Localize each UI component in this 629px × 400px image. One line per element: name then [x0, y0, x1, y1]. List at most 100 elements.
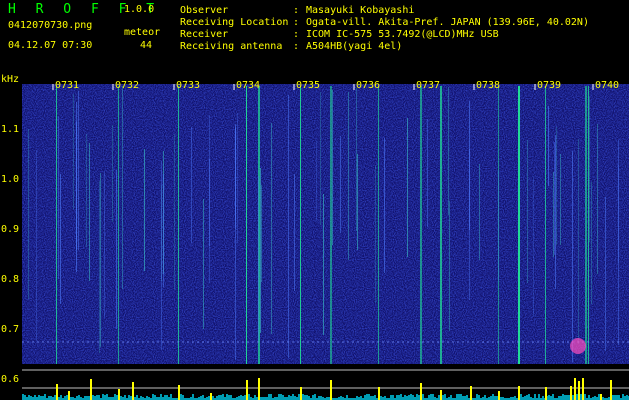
noise-bar	[76, 396, 78, 400]
noise-bar	[406, 396, 408, 400]
faint-echo	[89, 143, 90, 281]
noise-bar	[616, 395, 618, 400]
noise-bar	[416, 394, 418, 400]
noise-bar	[42, 396, 44, 400]
noise-bar	[244, 395, 246, 400]
noise-bar	[304, 395, 306, 400]
noise-bar	[302, 394, 304, 400]
amplitude-spike	[570, 386, 572, 400]
meteor-echo	[545, 86, 546, 364]
amplitude-spike	[574, 378, 576, 400]
noise-bar	[192, 394, 194, 400]
noise-bar	[288, 395, 290, 400]
noise-bar	[464, 396, 466, 400]
time-tick-0732: 0732	[115, 80, 140, 91]
amplitude-spike	[378, 387, 380, 400]
noise-bar	[368, 394, 370, 400]
faint-echo	[498, 170, 499, 281]
meteor-echo	[588, 86, 589, 364]
faint-echo	[320, 92, 321, 225]
y-tick-4: 0.8	[1, 274, 20, 285]
noise-bar	[218, 395, 220, 400]
amplitude-spike	[420, 383, 422, 400]
faint-echo	[323, 194, 324, 335]
noise-bar	[542, 396, 544, 400]
time-tick-0734: 0734	[236, 80, 261, 91]
faint-echo	[375, 165, 376, 303]
noise-bar	[580, 394, 582, 400]
faint-echo	[237, 113, 238, 243]
info-location-sep: :	[293, 17, 300, 28]
faint-echo	[191, 127, 192, 243]
noise-bar	[64, 396, 66, 400]
noise-bar	[552, 394, 554, 400]
info-location-label: Receiving Location	[180, 17, 289, 28]
noise-bar	[534, 394, 536, 400]
noise-bar	[270, 394, 272, 400]
info-receiver-sep: :	[293, 29, 300, 40]
meteor-echo	[56, 86, 57, 364]
noise-bar	[104, 395, 106, 400]
noise-bar	[618, 395, 620, 400]
amplitude-spike	[90, 379, 92, 400]
noise-bar	[392, 395, 394, 400]
faint-echo	[209, 159, 210, 246]
faint-echo	[58, 116, 59, 279]
noise-bar	[22, 394, 24, 400]
noise-bar	[312, 395, 314, 400]
noise-bar	[558, 396, 560, 400]
info-observer-sep: :	[293, 5, 300, 16]
faint-echo	[112, 125, 113, 222]
noise-bar	[478, 395, 480, 400]
noise-bar	[346, 395, 348, 400]
faint-echo	[122, 86, 123, 289]
y-tick-5: 0.7	[1, 324, 20, 335]
noise-bar	[128, 395, 130, 400]
noise-bar	[562, 394, 564, 400]
faint-echo	[348, 92, 349, 260]
noise-bar	[166, 395, 168, 400]
noise-bar	[626, 395, 628, 400]
noise-bar	[584, 394, 586, 400]
meteor-echo	[585, 86, 587, 364]
faint-echo	[591, 182, 592, 304]
noise-bar	[432, 394, 434, 400]
noise-bar	[412, 395, 414, 400]
noise-bar	[282, 395, 284, 400]
noise-bar	[306, 395, 308, 400]
amplitude-spike	[600, 394, 602, 400]
meteor-echo	[378, 86, 379, 364]
noise-bar	[120, 396, 122, 400]
meteor-echo	[518, 86, 520, 364]
noise-bar	[30, 396, 32, 400]
faint-echo	[533, 176, 534, 317]
noise-bar	[86, 396, 88, 400]
noise-bar	[494, 396, 496, 400]
faint-echo	[86, 134, 87, 247]
noise-bar	[152, 394, 154, 400]
noise-bar	[38, 395, 40, 400]
amplitude-spike	[300, 387, 302, 400]
time-tick-0739: 0739	[537, 80, 562, 91]
noise-bar	[364, 395, 366, 400]
noise-bar	[538, 394, 540, 400]
noise-bar	[492, 394, 494, 400]
faint-echo	[527, 140, 528, 283]
noise-bar	[374, 395, 376, 400]
noise-bar	[146, 396, 148, 400]
faint-echo	[104, 172, 105, 317]
info-observer-value: Masayuki Kobayashi	[306, 5, 415, 16]
info-receiver-label: Receiver	[180, 29, 229, 40]
noise-bar	[202, 395, 204, 400]
noise-bar	[476, 394, 478, 400]
noise-bar	[594, 396, 596, 400]
noise-bar	[340, 396, 342, 400]
noise-bar	[568, 395, 570, 400]
noise-bar	[248, 394, 250, 400]
noise-bar	[96, 395, 98, 400]
noise-bar	[622, 394, 624, 400]
noise-bar	[460, 394, 462, 400]
faint-echo	[78, 91, 79, 250]
faint-echo	[427, 119, 428, 227]
spectrum-noise	[22, 84, 629, 364]
